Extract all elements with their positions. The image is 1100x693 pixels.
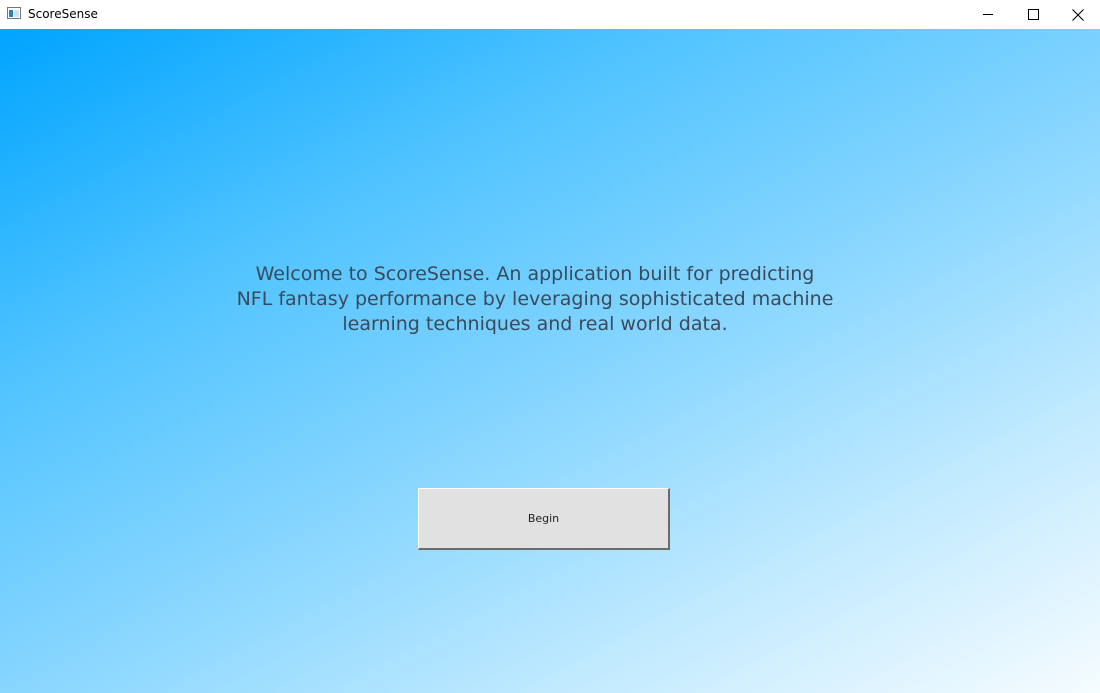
minimize-button[interactable] <box>965 0 1011 29</box>
maximize-button[interactable] <box>1010 0 1056 29</box>
window-title: ScoreSense <box>28 7 98 21</box>
title-bar[interactable]: ScoreSense <box>0 0 1100 29</box>
welcome-screen: Welcome to ScoreSense. An application bu… <box>0 29 1100 693</box>
app-icon[interactable] <box>7 7 21 19</box>
minimize-icon <box>983 14 993 15</box>
begin-button[interactable]: Begin <box>418 488 670 550</box>
app-window: ScoreSense Welcome to ScoreSense. An app… <box>0 0 1100 693</box>
close-icon <box>1072 8 1084 21</box>
maximize-icon <box>1027 9 1039 20</box>
welcome-message: Welcome to ScoreSense. An application bu… <box>236 263 834 335</box>
close-button[interactable] <box>1055 0 1100 29</box>
